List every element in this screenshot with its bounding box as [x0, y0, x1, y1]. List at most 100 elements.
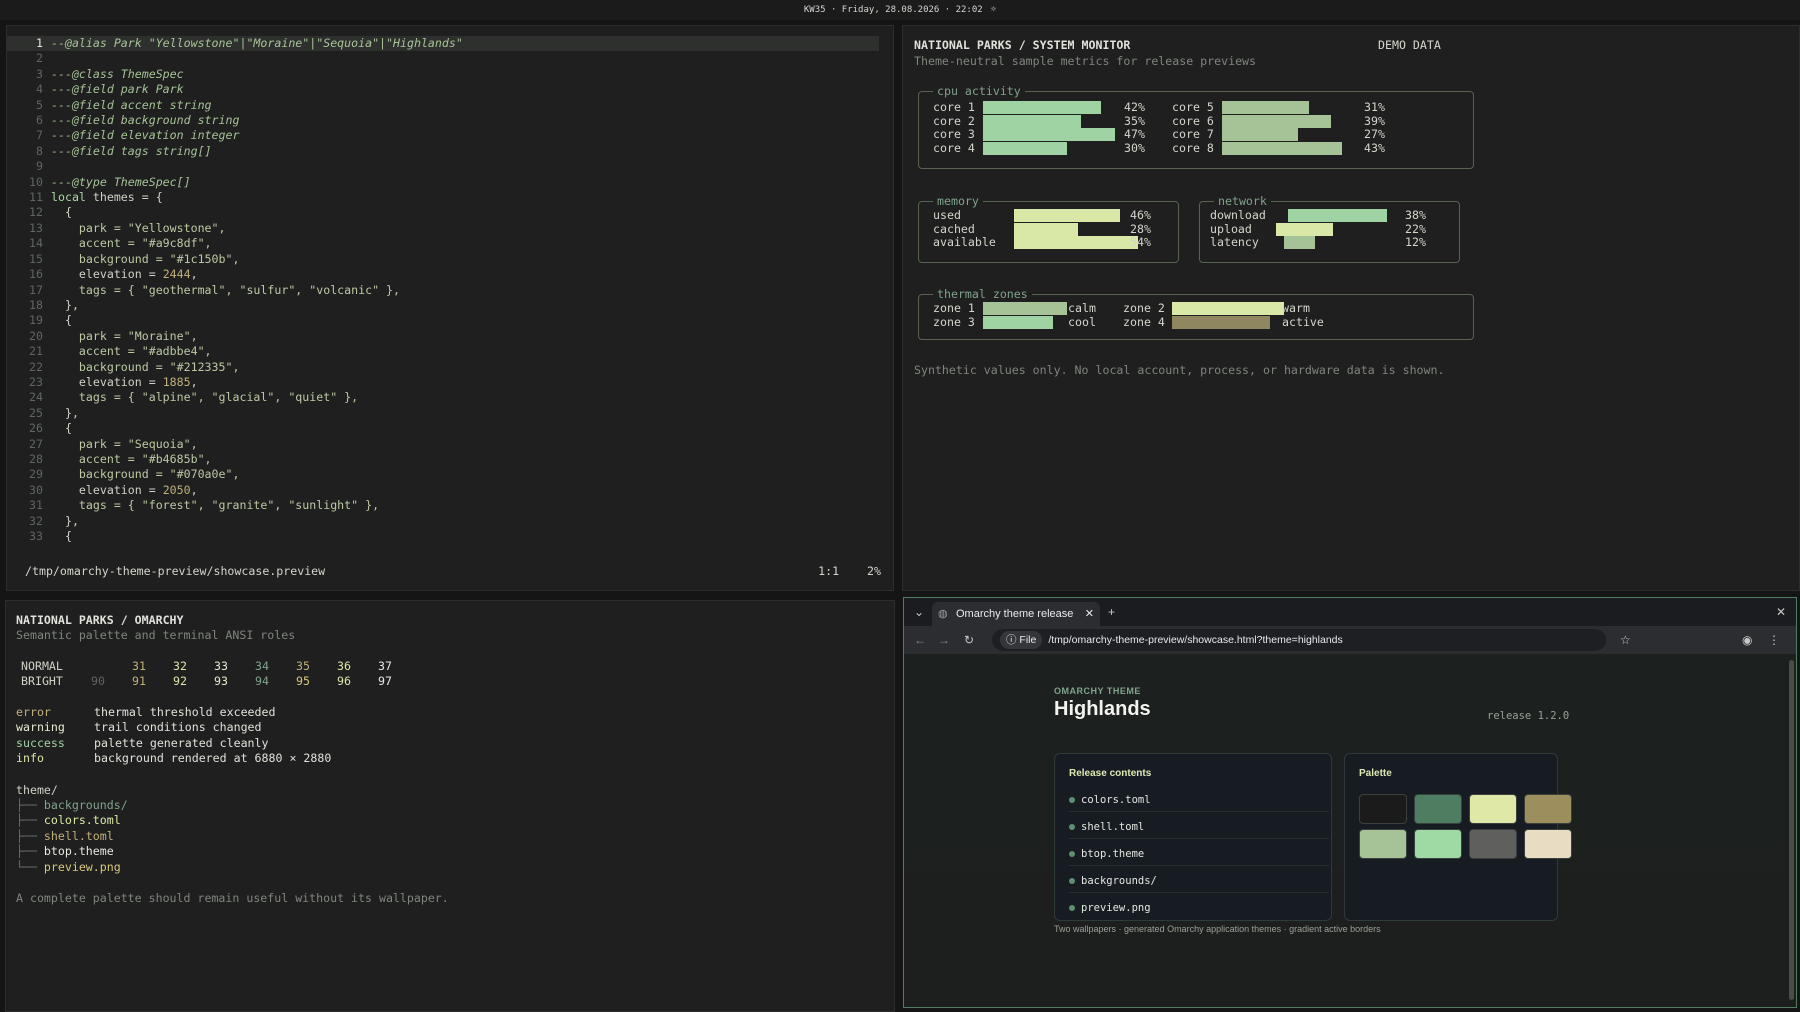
release-file-item[interactable]: preview.png: [1069, 896, 1329, 920]
code-line[interactable]: 29 background = "#070a0e",: [7, 467, 879, 482]
release-contents-title: Release contents: [1069, 768, 1152, 779]
tab-title: Omarchy theme release: [956, 608, 1074, 620]
code-line[interactable]: 10 ---@type ThemeSpec[]: [7, 175, 879, 190]
palette-swatch[interactable]: [1524, 794, 1572, 824]
code-text: --@alias Park "Yellowstone"|"Moraine"|"S…: [51, 36, 463, 50]
close-tab-icon[interactable]: ✕: [1085, 602, 1094, 626]
release-file-name: btop.theme: [1081, 848, 1145, 860]
release-file-item[interactable]: btop.theme: [1069, 842, 1329, 866]
code-line[interactable]: 28 accent = "#b4685b",: [7, 452, 879, 467]
back-icon[interactable]: ←: [914, 626, 926, 654]
network-bar: [1276, 222, 1334, 236]
menu-icon[interactable]: ⋮: [1768, 626, 1780, 654]
release-file-item[interactable]: colors.toml: [1069, 788, 1329, 812]
code-line[interactable]: 5 ---@field accent string: [7, 98, 879, 113]
palette-swatch[interactable]: [1414, 829, 1462, 859]
code-line[interactable]: 15 background = "#1c150b",: [7, 252, 879, 267]
code-line[interactable]: 7 ---@field elevation integer: [7, 128, 879, 143]
ansi-normal-code: 35: [296, 659, 310, 673]
code-line[interactable]: 9: [7, 159, 879, 174]
new-tab-icon[interactable]: +: [1108, 598, 1115, 626]
close-window-icon[interactable]: ✕: [1776, 598, 1786, 626]
site-info-chip[interactable]: ⓘ File: [1000, 631, 1043, 649]
browser-window[interactable]: ⌄ ◍ Omarchy theme release ✕ + ✕ ← → ↻ ⓘ …: [903, 597, 1797, 1008]
ansi-bright-code: 92: [173, 674, 187, 688]
line-number: 8: [36, 143, 43, 158]
url-scheme-label: File: [1019, 634, 1037, 646]
tab-list-icon[interactable]: ⌄: [914, 598, 924, 626]
code-line[interactable]: 27 park = "Sequoia",: [7, 437, 879, 452]
line-number: 23: [29, 374, 43, 389]
code-line[interactable]: 18 },: [7, 298, 879, 313]
status-text: palette generated cleanly: [94, 735, 269, 750]
code-line[interactable]: 30 elevation = 2050,: [7, 483, 879, 498]
code-line[interactable]: 12 {: [7, 205, 879, 220]
profile-icon[interactable]: ◉: [1742, 626, 1752, 654]
bookmark-star-icon[interactable]: ☆: [1620, 626, 1631, 654]
code-line[interactable]: 23 elevation = 1885,: [7, 375, 879, 390]
bullet-icon: [1069, 824, 1075, 830]
reload-icon[interactable]: ↻: [964, 626, 974, 654]
code-line[interactable]: 14 accent = "#a9c8df",: [7, 236, 879, 251]
thermal-zone-state: calm: [1068, 301, 1096, 315]
page-scrollbar[interactable]: [1789, 660, 1794, 1000]
palette-terminal-window[interactable]: NATIONAL PARKS / OMARCHY Semantic palett…: [5, 600, 895, 1012]
system-monitor-window[interactable]: NATIONAL PARKS / SYSTEM MONITOR Theme-ne…: [902, 25, 1800, 591]
code-line[interactable]: 8 ---@field tags string[]: [7, 144, 879, 159]
code-line[interactable]: 22 background = "#212335",: [7, 360, 879, 375]
palette-swatch[interactable]: [1359, 794, 1407, 824]
code-line[interactable]: 32 },: [7, 514, 879, 529]
code-line[interactable]: 17 tags = { "geothermal", "sulfur", "vol…: [7, 283, 879, 298]
palette-swatch[interactable]: [1469, 794, 1517, 824]
code-line[interactable]: 16 elevation = 2444,: [7, 267, 879, 282]
release-file-item[interactable]: backgrounds/: [1069, 869, 1329, 893]
status-role: success: [16, 735, 65, 750]
monitor-footer: Synthetic values only. No local account,…: [914, 363, 1445, 377]
code-line[interactable]: 21 accent = "#adbbe4",: [7, 344, 879, 359]
line-number: 32: [29, 513, 43, 528]
code-line[interactable]: 26 {: [7, 421, 879, 436]
code-line[interactable]: 11 local themes = {: [7, 190, 879, 205]
palette-swatch[interactable]: [1414, 794, 1462, 824]
ansi-bright-label: BRIGHT: [21, 674, 63, 688]
ansi-bright-code: 96: [337, 674, 351, 688]
code-line[interactable]: 25 },: [7, 406, 879, 421]
palette-swatch[interactable]: [1469, 829, 1517, 859]
palette-title: NATIONAL PARKS / OMARCHY: [16, 613, 184, 627]
code-area[interactable]: 1 --@alias Park "Yellowstone"|"Moraine"|"…: [7, 36, 879, 544]
code-line[interactable]: 19 {: [7, 313, 879, 328]
memory-percent: 28%: [1130, 221, 1151, 236]
code-text: tags = { "alpine", "glacial", "quiet" },: [51, 390, 359, 405]
code-line[interactable]: 4 ---@field park Park: [7, 82, 879, 97]
ansi-normal-code: 33: [214, 659, 228, 673]
code-line[interactable]: 2: [7, 51, 879, 66]
code-line[interactable]: 24 tags = { "alpine", "glacial", "quiet"…: [7, 390, 879, 405]
line-number: 11: [29, 190, 43, 205]
line-number: 26: [29, 421, 43, 436]
code-line[interactable]: 20 park = "Moraine",: [7, 329, 879, 344]
tree-item-name: btop.theme: [43, 844, 114, 859]
forward-icon[interactable]: →: [938, 626, 950, 654]
cpu-core-label: core 2: [933, 113, 975, 128]
code-line[interactable]: 6 ---@field background string: [7, 113, 879, 128]
code-line[interactable]: 1 --@alias Park "Yellowstone"|"Moraine"|"…: [7, 36, 879, 52]
editor-window[interactable]: 1 --@alias Park "Yellowstone"|"Moraine"|"…: [6, 25, 894, 591]
palette-swatch[interactable]: [1524, 829, 1572, 859]
code-line[interactable]: 31 tags = { "forest", "granite", "sunlig…: [7, 498, 879, 513]
code-text: tags = { "geothermal", "sulfur", "volcan…: [51, 282, 401, 297]
status-role: error: [16, 705, 51, 719]
cpu-core-percent: 31%: [1364, 100, 1385, 114]
browser-tab[interactable]: ◍ Omarchy theme release ✕: [932, 602, 1100, 626]
thermal-zone-bar: [983, 302, 1067, 315]
code-line[interactable]: 13 park = "Yellowstone",: [7, 221, 879, 236]
release-file-item[interactable]: shell.toml: [1069, 815, 1329, 839]
code-line[interactable]: 3 ---@class ThemeSpec: [7, 67, 879, 82]
code-line[interactable]: 33 {: [7, 529, 879, 544]
code-text: background = "#070a0e",: [51, 467, 240, 482]
address-bar[interactable]: ⓘ File/tmp/omarchy-theme-preview/showcas…: [992, 629, 1606, 651]
line-number: 12: [29, 205, 43, 220]
number-literal: 2444: [162, 267, 191, 282]
palette-swatch[interactable]: [1359, 829, 1407, 859]
status-text: trail conditions changed: [94, 720, 262, 735]
tree-item-name: colors.toml: [43, 813, 121, 828]
